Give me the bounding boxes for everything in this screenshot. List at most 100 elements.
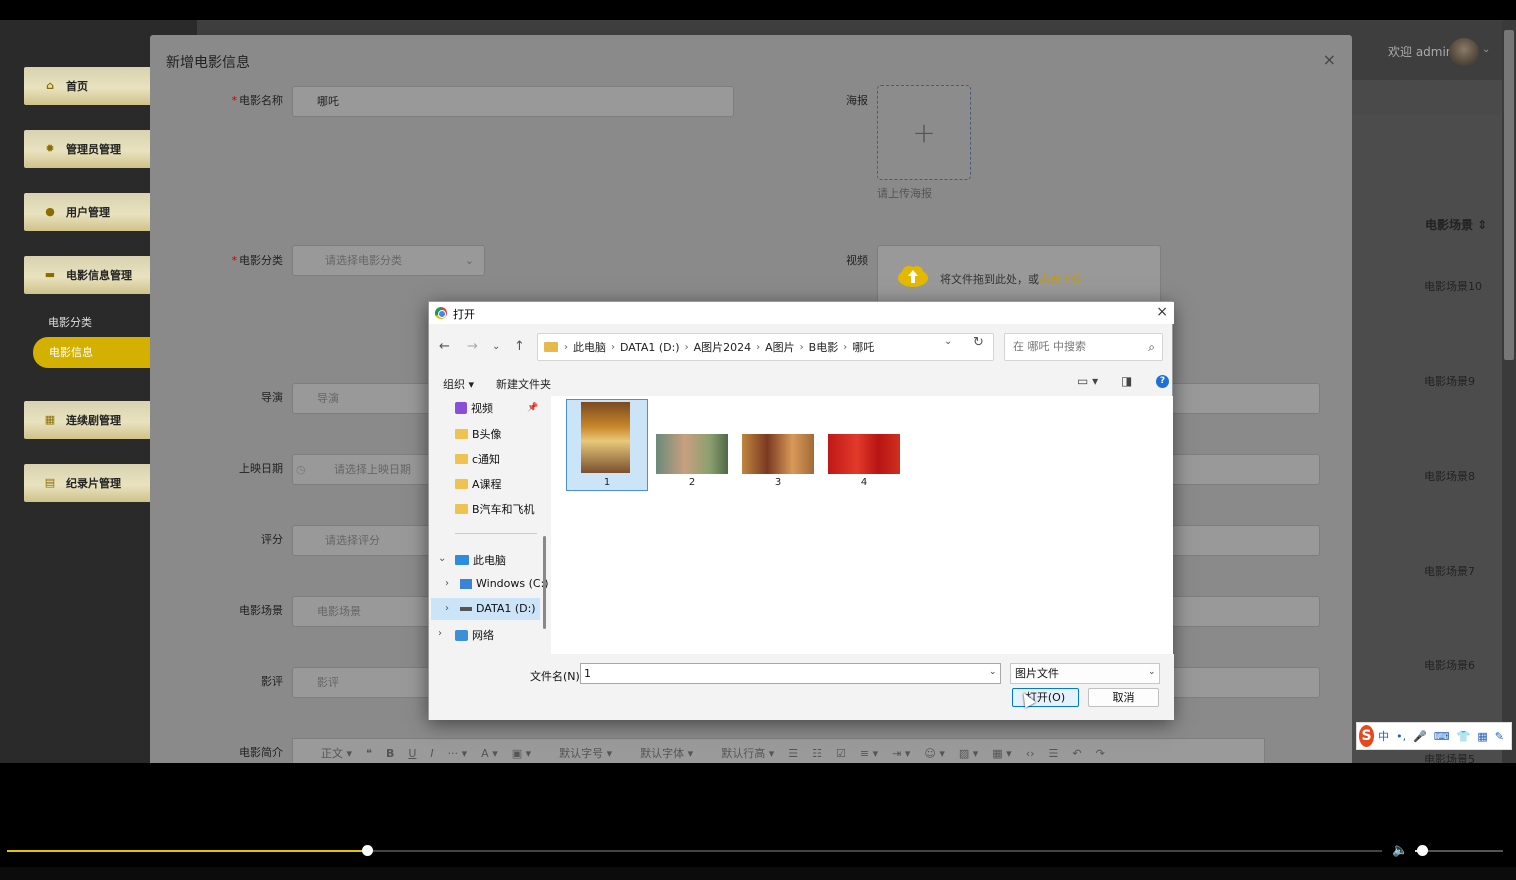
redo-icon[interactable]: ↷ [1096, 747, 1105, 760]
ime-toolbar: S 中 •, 🎤 ⌨ 👕 ▦ ✎ [1356, 722, 1512, 750]
undo-icon[interactable]: ↶ [1072, 747, 1081, 760]
chevron-down-icon[interactable]: ⌄ [944, 336, 952, 347]
dialog-title: 打开 [453, 308, 475, 321]
nav-pane-scrollbar[interactable] [543, 536, 546, 629]
home-icon: ⌂ [46, 79, 54, 92]
progress-knob[interactable] [362, 845, 373, 856]
filetype-select[interactable]: 图片文件 [1010, 663, 1160, 684]
volume-knob[interactable] [1417, 845, 1428, 856]
view-icon[interactable]: ▭ ▾ [1077, 374, 1098, 388]
volume-icon[interactable]: 🔈 [1392, 843, 1408, 858]
tree-item-videos[interactable]: 视频 [455, 400, 493, 416]
cancel-button[interactable]: 取消 [1088, 688, 1159, 707]
font-color-icon[interactable]: A ▾ [481, 747, 498, 760]
bullet-list-icon[interactable]: ☰ [788, 747, 798, 760]
sidebar-sub-category[interactable]: 电影分类 [48, 314, 92, 330]
mic-icon[interactable]: 🎤 [1413, 730, 1427, 743]
chevron-down-icon[interactable]: ⌄ [989, 667, 997, 677]
punct-icon[interactable]: •, [1396, 730, 1406, 743]
numbered-list-icon[interactable]: ☷ [812, 747, 822, 760]
file-thumbnail[interactable] [742, 434, 814, 474]
category-select[interactable]: 请选择电影分类 ⌄ [292, 245, 485, 276]
line-height-select[interactable]: 默认行高 ▾ [707, 745, 774, 761]
divider-icon[interactable]: ☰ [1049, 747, 1059, 760]
close-icon[interactable]: × [1323, 50, 1336, 69]
chevron-right-icon[interactable]: › [438, 628, 442, 639]
file-thumbnail[interactable] [828, 434, 900, 474]
video-player-controls: 🔈 [0, 763, 1516, 880]
align-icon[interactable]: ≡ ▾ [860, 747, 878, 760]
font-size-select[interactable]: 默认字号 ▾ [545, 745, 612, 761]
italic-icon[interactable]: I [430, 747, 433, 760]
tree-item-network[interactable]: 网络 [455, 627, 494, 643]
ime-lang[interactable]: 中 [1378, 728, 1389, 744]
breadcrumb[interactable]: B电影 [809, 339, 839, 355]
poster-upload-box[interactable]: + [877, 85, 971, 180]
toolbox-icon[interactable]: ▦ [1477, 730, 1487, 743]
tree-item-folder[interactable]: A课程 [455, 476, 502, 492]
emoji-icon[interactable]: ☺ ▾ [924, 747, 945, 760]
refresh-icon[interactable]: ↻ [973, 335, 984, 350]
tree-item-folder[interactable]: c通知 [455, 451, 500, 467]
breadcrumb[interactable]: 此电脑 [573, 339, 606, 355]
avatar[interactable] [1449, 38, 1479, 66]
paragraph-select[interactable]: 正文 ▾ [307, 745, 352, 761]
tree-item-folder[interactable]: B头像 [455, 426, 502, 442]
video-upload-box[interactable]: 将文件拖到此处，或点击上传 [877, 245, 1161, 305]
todo-icon[interactable]: ☑ [836, 747, 846, 760]
network-icon [455, 629, 468, 641]
new-folder-button[interactable]: 新建文件夹 [496, 376, 551, 392]
up-icon[interactable]: ↑ [514, 339, 525, 354]
more-icon[interactable]: ··· ▾ [448, 747, 468, 760]
font-family-select[interactable]: 默认字体 ▾ [626, 745, 693, 761]
search-input[interactable]: 在 哪吒 中搜索 ⌕ [1004, 333, 1163, 361]
breadcrumb[interactable]: DATA1 (D:) [620, 341, 680, 354]
back-icon[interactable]: ← [439, 339, 450, 354]
breadcrumb[interactable]: A图片 [765, 339, 795, 355]
forward-icon[interactable]: → [467, 339, 478, 354]
volume-track[interactable] [1415, 850, 1503, 852]
table-icon[interactable]: ▦ ▾ [992, 747, 1011, 760]
chevron-right-icon: › [564, 341, 568, 353]
filename-label: 文件名(N): [530, 670, 584, 683]
page-scrollbar-thumb[interactable] [1504, 30, 1514, 360]
code-icon[interactable]: ‹› [1026, 747, 1035, 760]
tree-item-drive-c[interactable]: Windows (C:) [460, 577, 549, 590]
breadcrumb[interactable]: 哪吒 [852, 339, 874, 355]
address-bar[interactable]: › 此电脑 › DATA1 (D:) › A图片2024 › A图片 › B电影 › 哪吒 [537, 333, 994, 361]
dialog-titlebar[interactable]: 打开 × [429, 302, 1174, 324]
table-cell: 电影场景10 [1424, 280, 1482, 293]
indent-icon[interactable]: ⇥ ▾ [892, 747, 910, 760]
scene-label: 电影场景 [239, 604, 283, 617]
tree-item-this-pc[interactable]: 此电脑 [455, 552, 506, 568]
help-icon[interactable]: ? [1156, 375, 1169, 388]
table-column-header[interactable]: 电影场景 ⇕ [1425, 216, 1487, 233]
tree-item-drive-d[interactable]: DATA1 (D:) [460, 602, 536, 615]
organize-button[interactable]: 组织 ▾ [443, 376, 474, 392]
sogou-logo-icon[interactable]: S [1359, 725, 1375, 747]
filename-input[interactable]: 1 [580, 663, 1001, 684]
tree-item-folder[interactable]: B汽车和飞机 [455, 501, 535, 517]
close-icon[interactable]: × [1156, 304, 1168, 320]
chevron-right-icon[interactable]: › [445, 578, 449, 589]
file-thumbnail[interactable] [656, 434, 728, 474]
recent-dropdown-icon[interactable]: ⌄ [492, 341, 500, 352]
pen-icon[interactable]: ✎ [1495, 730, 1504, 743]
underline-icon[interactable]: U [408, 747, 416, 760]
image-icon[interactable]: ▨ ▾ [959, 747, 978, 760]
quote-icon[interactable]: ❝ [366, 747, 372, 760]
preview-pane-icon[interactable]: ◨ [1121, 374, 1132, 388]
chevron-down-icon[interactable]: ⌄ [1148, 667, 1156, 677]
bold-icon[interactable]: B [386, 747, 394, 760]
click-upload-link[interactable]: 点击上传 [1039, 273, 1083, 286]
bg-color-icon[interactable]: ▣ ▾ [512, 747, 531, 760]
file-name: 3 [774, 477, 782, 488]
movie-name-field[interactable]: 哪吒 [292, 86, 734, 117]
breadcrumb[interactable]: A图片2024 [694, 339, 752, 355]
skin-icon[interactable]: 👕 [1457, 730, 1471, 743]
file-thumbnail[interactable] [581, 402, 630, 473]
keyboard-icon[interactable]: ⌨ [1434, 730, 1450, 743]
chevron-down-icon[interactable]: ⌄ [438, 553, 446, 564]
chevron-right-icon[interactable]: › [445, 603, 449, 614]
chevron-down-icon[interactable]: ⌄ [1482, 44, 1490, 55]
